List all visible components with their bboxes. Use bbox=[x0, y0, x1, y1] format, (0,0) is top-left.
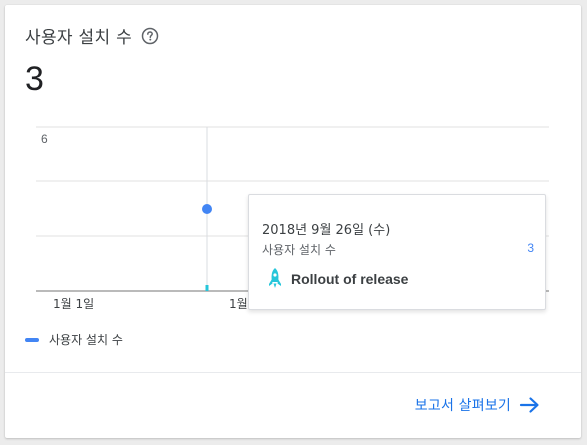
tooltip-metric-value: 3 bbox=[527, 241, 534, 255]
installs-card: 사용자 설치 수 3 6 1월 1일 1월 2018년 9월 26일 (수) 사… bbox=[5, 5, 581, 438]
legend-swatch bbox=[25, 337, 39, 342]
arrow-right-icon bbox=[519, 396, 541, 414]
annotation-label: Rollout of release bbox=[291, 271, 409, 287]
x-tick-label: 1월 1일 bbox=[53, 297, 95, 311]
y-tick-label: 6 bbox=[41, 132, 48, 146]
chart-legend: 사용자 설치 수 bbox=[25, 331, 123, 348]
card-divider bbox=[5, 372, 581, 373]
annotation-marker bbox=[205, 285, 209, 291]
x-tick-label: 1월 bbox=[229, 297, 248, 311]
tooltip-metric-label: 사용자 설치 수 bbox=[262, 243, 336, 257]
view-report-label: 보고서 살펴보기 bbox=[414, 398, 511, 414]
view-report-link[interactable]: 보고서 살펴보기 bbox=[415, 395, 541, 415]
rocket-icon bbox=[267, 267, 283, 291]
chart-tooltip: 2018년 9월 26일 (수) 사용자 설치 수 3 Rollout of r… bbox=[248, 194, 546, 310]
tooltip-date: 2018년 9월 26일 (수) bbox=[262, 223, 391, 238]
data-point bbox=[202, 204, 212, 214]
tooltip-annotation: Rollout of release bbox=[267, 267, 408, 291]
legend-label: 사용자 설치 수 bbox=[49, 333, 123, 347]
